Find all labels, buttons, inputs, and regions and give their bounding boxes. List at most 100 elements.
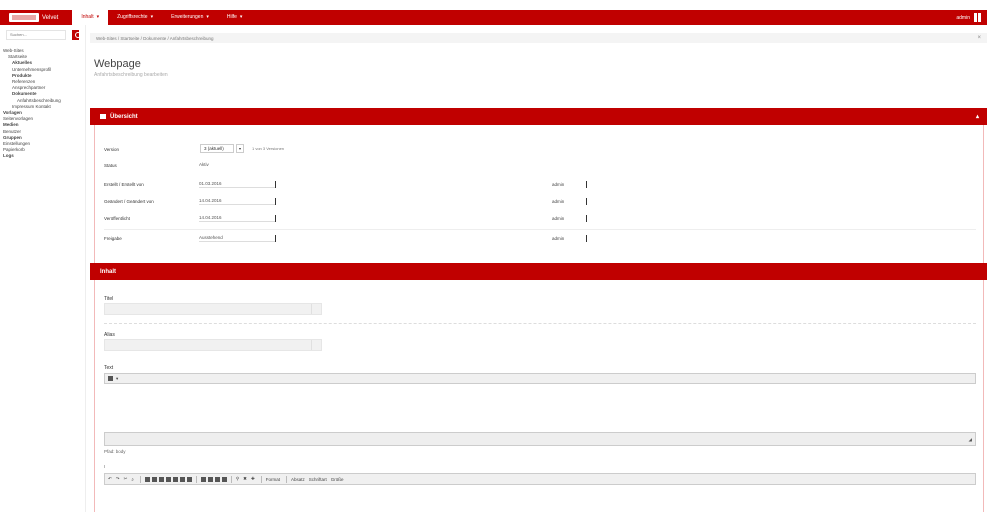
search-input[interactable]: [6, 29, 66, 40]
editor-path: Pfad: body: [104, 449, 126, 454]
link-icon[interactable]: ⚲: [236, 476, 239, 482]
sidebar-tree-item[interactable]: Logs: [3, 153, 85, 159]
approval-label: Freigabe: [104, 235, 122, 241]
chevron-down-icon: ▾: [239, 14, 243, 20]
outdent-icon[interactable]: [200, 476, 206, 482]
indent-icon[interactable]: [207, 476, 213, 482]
chevron-down-icon: ▾: [206, 14, 209, 20]
add-icon[interactable]: ✚: [251, 476, 255, 482]
redo-icon[interactable]: ↷: [116, 476, 120, 482]
collapse-icon[interactable]: ▴: [976, 113, 979, 120]
top-navigation-bar: Velvet Inhalt ▾ Zugriffsrechte ▾ Erweiteru…: [0, 10, 987, 25]
rich-editor-toolbar: ↶ ↷ ✂ ⌕ ⚲ ✖ ✚ Format Absatz Schriftart G…: [104, 473, 976, 485]
search-icon[interactable]: ⌕: [131, 477, 134, 482]
table-icon[interactable]: [214, 476, 220, 482]
field-divider: [275, 180, 276, 188]
toolbar-separator: [260, 475, 262, 483]
main-menu: Inhalt ▾ Zugriffsrechte ▾ Erweiterungen ▾ H…: [72, 10, 251, 25]
status-label: Status: [104, 162, 117, 168]
breadcrumb-text[interactable]: Web-Sites / Startseite / Dokumente / Anf…: [96, 36, 213, 41]
field-divider: [586, 197, 587, 205]
page-subtitle: Anfahrtsbeschreibung bearbeiten: [94, 72, 168, 78]
chevron-down-icon[interactable]: ▾: [236, 144, 244, 153]
content-panel-header[interactable]: Inhalt: [90, 263, 987, 280]
version-select[interactable]: 3 (aktuell) ▾ 1 von 3 Versionen: [200, 144, 284, 153]
brand-name: Velvet: [42, 14, 59, 21]
toolbar-separator: [139, 475, 141, 483]
align-right-icon[interactable]: [172, 476, 178, 482]
menu-item-permissions[interactable]: Zugriffsrechte ▾: [108, 10, 162, 25]
menu-icon[interactable]: [974, 13, 981, 22]
modified-row: Geändert / Geändert von 14.04.2016: [104, 197, 276, 205]
undo-icon[interactable]: ↶: [108, 476, 112, 482]
author-value: admin: [552, 198, 565, 204]
chevron-down-icon: ▾: [150, 14, 154, 20]
alias-input[interactable]: [104, 339, 322, 351]
sidebar: Web-SitesStartseiteAktuellesUnternehmens…: [0, 25, 86, 512]
published-row: Veröffentlicht 14.04.2016: [104, 214, 276, 222]
modified-value: 14.04.2016: [199, 197, 275, 205]
field-divider: [586, 234, 587, 242]
version-select-value[interactable]: 3 (aktuell): [200, 144, 234, 153]
editor-toolbar: ▾: [104, 373, 976, 384]
field-button[interactable]: [311, 304, 321, 314]
search-icon[interactable]: [72, 29, 81, 40]
size-select[interactable]: Größe: [331, 477, 344, 482]
field-divider: [586, 214, 587, 222]
toolbar-separator: [195, 475, 197, 483]
author-row-4: admin: [552, 234, 587, 242]
author-row-3: admin: [552, 214, 587, 222]
app-logo[interactable]: [9, 13, 39, 22]
unlink-icon[interactable]: ✖: [243, 476, 247, 482]
version-row: Version: [104, 145, 199, 153]
status-row: Status Aktiv: [104, 161, 275, 169]
page-tree: Web-Sites Startseite Aktuelles Unternehmens…: [0, 48, 85, 160]
paragraph-select[interactable]: Absatz: [291, 477, 305, 482]
format-select[interactable]: Format: [266, 477, 280, 482]
version-label: Version: [104, 146, 120, 152]
field-divider: [275, 234, 276, 242]
bold-icon[interactable]: [108, 376, 113, 381]
menu-item-extensions[interactable]: Erweiterungen ▾: [162, 10, 218, 25]
close-icon[interactable]: ×: [977, 35, 981, 41]
version-info: 1 von 3 Versionen: [252, 146, 285, 151]
author-row-2: admin: [552, 197, 587, 205]
user-name[interactable]: admin: [956, 15, 970, 21]
title-input[interactable]: [104, 303, 322, 315]
user-menu[interactable]: admin: [956, 10, 981, 25]
second-editor-label: I: [104, 464, 106, 469]
font-select[interactable]: Schriftart: [309, 477, 327, 482]
menu-item-help[interactable]: Hilfe ▾: [218, 10, 252, 25]
bold-icon[interactable]: [144, 476, 150, 482]
text-editor[interactable]: [104, 385, 976, 429]
approval-value: Ausstehend: [199, 234, 275, 242]
menu-item-content[interactable]: Inhalt ▾: [72, 10, 109, 25]
field-button[interactable]: [311, 340, 321, 350]
cut-icon[interactable]: ✂: [124, 476, 128, 482]
created-value: 01.03.2016: [199, 180, 275, 188]
page-heading: Webpage Anfahrtsbeschreibung bearbeiten: [94, 58, 168, 78]
chevron-down-icon: ▾: [96, 14, 100, 20]
resize-handle-icon[interactable]: ◢: [969, 437, 972, 443]
align-justify-icon[interactable]: [179, 476, 185, 482]
list-icon[interactable]: [186, 476, 192, 482]
divider: [104, 229, 976, 230]
image-icon[interactable]: [221, 476, 227, 482]
breadcrumb: Web-Sites / Startseite / Dokumente / Anf…: [90, 33, 987, 43]
overview-panel-header[interactable]: Übersicht ▴: [90, 108, 987, 125]
page-title: Webpage: [94, 58, 141, 70]
field-divider: [586, 180, 587, 188]
text-label: Text: [104, 365, 114, 371]
published-label: Veröffentlicht: [104, 215, 130, 221]
overview-panel-title: Übersicht: [110, 113, 138, 120]
field-divider: [275, 214, 276, 222]
content-panel-title: Inhalt: [100, 268, 116, 275]
italic-icon[interactable]: [151, 476, 157, 482]
modified-label: Geändert / Geändert von: [104, 198, 154, 204]
author-value: admin: [552, 235, 565, 241]
toolbar-separator: [286, 475, 287, 483]
created-label: Erstellt / Erstellt von: [104, 181, 144, 187]
align-left-icon[interactable]: [158, 476, 164, 482]
align-center-icon[interactable]: [165, 476, 171, 482]
toolbar-more-icon[interactable]: ▾: [116, 376, 118, 382]
